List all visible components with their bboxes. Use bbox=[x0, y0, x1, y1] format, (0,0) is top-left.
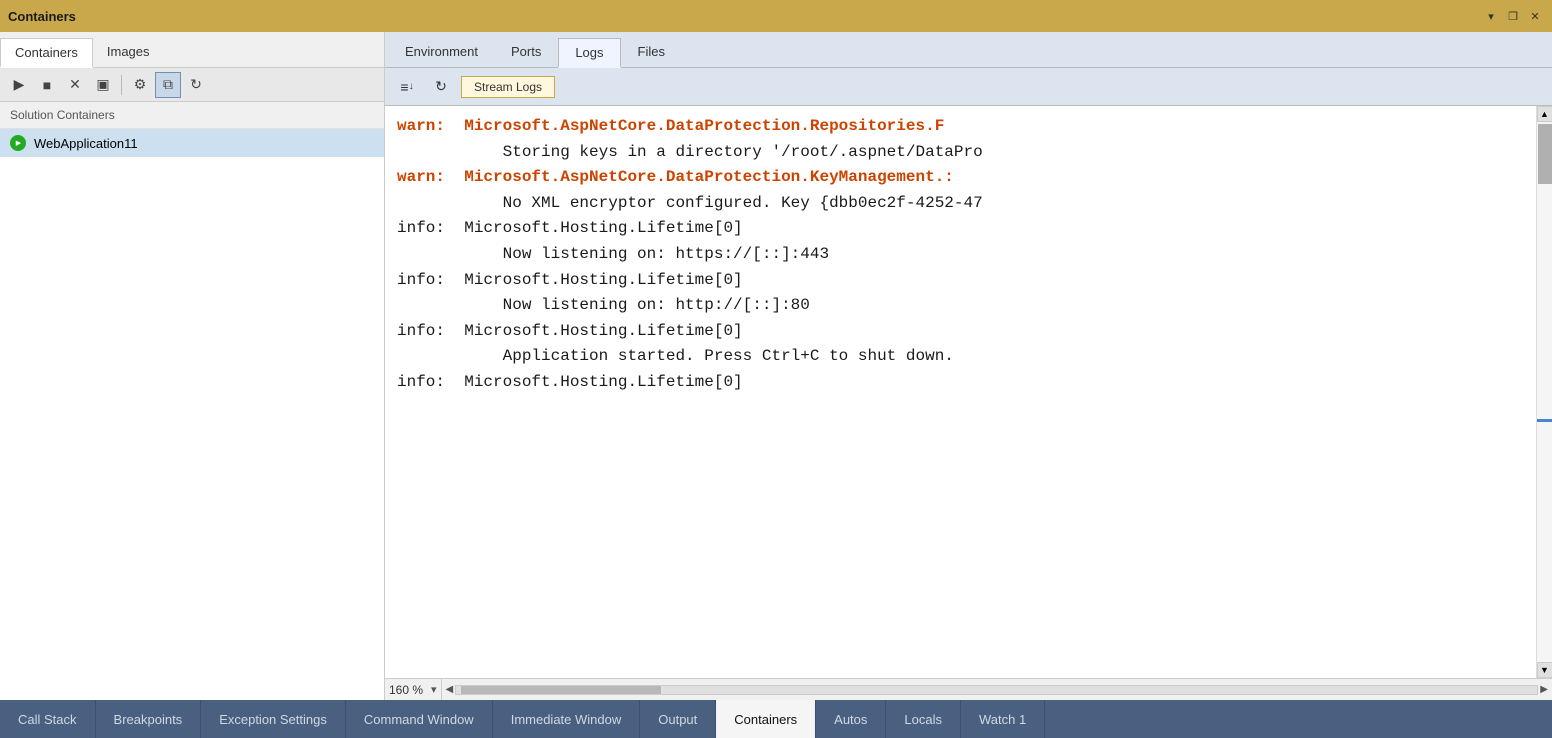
scrollbar-down-btn[interactable]: ▼ bbox=[1537, 662, 1552, 678]
log-scrollbar: ▲ ▼ bbox=[1536, 106, 1552, 678]
status-tab-breakpoints[interactable]: Breakpoints bbox=[96, 700, 202, 738]
solution-label: Solution Containers bbox=[0, 102, 384, 129]
toolbar-btn-settings[interactable]: ⚙ bbox=[127, 72, 153, 98]
refresh-btn[interactable]: ↻ bbox=[427, 73, 455, 101]
right-tabs: EnvironmentPortsLogsFiles bbox=[385, 32, 1552, 68]
refresh-icon: ↻ bbox=[435, 78, 447, 95]
title-bar: Containers ▾ ❐ ✕ bbox=[0, 0, 1552, 32]
toolbar-separator bbox=[121, 75, 122, 95]
scrollbar-position-indicator bbox=[1537, 419, 1552, 422]
status-bar: Call StackBreakpointsException SettingsC… bbox=[0, 700, 1552, 738]
right-tab-ports[interactable]: Ports bbox=[495, 38, 557, 67]
container-list: WebApplication11 bbox=[0, 129, 384, 700]
status-tab-immediate-window[interactable]: Immediate Window bbox=[493, 700, 641, 738]
right-toolbar: ≡ ↓ ↻ Stream Logs bbox=[385, 68, 1552, 106]
dropdown-btn[interactable]: ▾ bbox=[1482, 7, 1500, 25]
scrollbar-track[interactable] bbox=[1537, 122, 1552, 662]
stream-logs-button[interactable]: Stream Logs bbox=[461, 76, 555, 98]
h-scroll-thumb[interactable] bbox=[461, 686, 661, 694]
title-bar-left: Containers bbox=[8, 9, 76, 24]
main-area: ContainersImages ▶■✕▣⚙⧉↻ Solution Contai… bbox=[0, 32, 1552, 700]
scroll-to-bottom-btn[interactable]: ≡ ↓ bbox=[393, 73, 421, 101]
left-panel: ContainersImages ▶■✕▣ ⚙⧉↻ Solution Contai… bbox=[0, 32, 385, 700]
log-text: warn: Microsoft.AspNetCore.DataProtectio… bbox=[385, 106, 1536, 678]
right-tab-files[interactable]: Files bbox=[622, 38, 681, 67]
close-btn[interactable]: ✕ bbox=[1526, 7, 1544, 25]
container-item-webapp11[interactable]: WebApplication11 bbox=[0, 129, 384, 157]
right-tab-environment[interactable]: Environment bbox=[389, 38, 494, 67]
zoom-dropdown-btn[interactable]: ▾ bbox=[431, 683, 437, 696]
scroll-to-bottom-icon: ≡ bbox=[400, 79, 408, 95]
left-tab-images[interactable]: Images bbox=[93, 38, 164, 67]
left-tabs: ContainersImages bbox=[0, 32, 384, 68]
container-status-webapp11 bbox=[10, 135, 26, 151]
toolbar-btn-stop[interactable]: ■ bbox=[34, 72, 60, 98]
container-name-webapp11: WebApplication11 bbox=[34, 136, 138, 151]
log-content: warn: Microsoft.AspNetCore.DataProtectio… bbox=[385, 106, 1552, 678]
h-scroll-right-btn[interactable]: ▶ bbox=[1538, 684, 1550, 695]
toolbar-btn-delete[interactable]: ✕ bbox=[62, 72, 88, 98]
status-tab-command-window[interactable]: Command Window bbox=[346, 700, 493, 738]
title-text: Containers bbox=[8, 9, 76, 24]
toolbar-btn-play[interactable]: ▶ bbox=[6, 72, 32, 98]
status-tab-autos[interactable]: Autos bbox=[816, 700, 886, 738]
arrow-down-icon: ↓ bbox=[409, 81, 414, 92]
scrollbar-thumb[interactable] bbox=[1538, 124, 1552, 184]
status-tab-watch1[interactable]: Watch 1 bbox=[961, 700, 1045, 738]
toolbar-btn-refresh[interactable]: ↻ bbox=[183, 72, 209, 98]
toolbar-btn-copy-active[interactable]: ⧉ bbox=[155, 72, 181, 98]
title-controls: ▾ ❐ ✕ bbox=[1482, 7, 1544, 25]
status-tab-call-stack[interactable]: Call Stack bbox=[0, 700, 96, 738]
zoom-value: 160 % bbox=[389, 683, 429, 697]
toolbar-btn-terminal[interactable]: ▣ bbox=[90, 72, 116, 98]
status-tab-output[interactable]: Output bbox=[640, 700, 716, 738]
status-tab-containers-tab[interactable]: Containers bbox=[716, 700, 816, 738]
zoom-control: 160 % ▾ bbox=[385, 679, 442, 700]
right-tab-logs[interactable]: Logs bbox=[558, 38, 620, 68]
left-toolbar: ▶■✕▣ ⚙⧉↻ bbox=[0, 68, 384, 102]
restore-btn[interactable]: ❐ bbox=[1504, 7, 1522, 25]
left-tab-containers[interactable]: Containers bbox=[0, 38, 93, 68]
right-panel: EnvironmentPortsLogsFiles ≡ ↓ ↻ Stream L… bbox=[385, 32, 1552, 700]
status-tab-locals[interactable]: Locals bbox=[886, 700, 961, 738]
status-tab-exception-settings[interactable]: Exception Settings bbox=[201, 700, 346, 738]
horizontal-scroll-area: ◀ ▶ bbox=[442, 679, 1552, 700]
bottom-bar: 160 % ▾ ◀ ▶ bbox=[385, 678, 1552, 700]
scrollbar-up-btn[interactable]: ▲ bbox=[1537, 106, 1552, 122]
h-scroll-track[interactable] bbox=[455, 685, 1538, 695]
h-scroll-left-btn[interactable]: ◀ bbox=[444, 684, 456, 695]
